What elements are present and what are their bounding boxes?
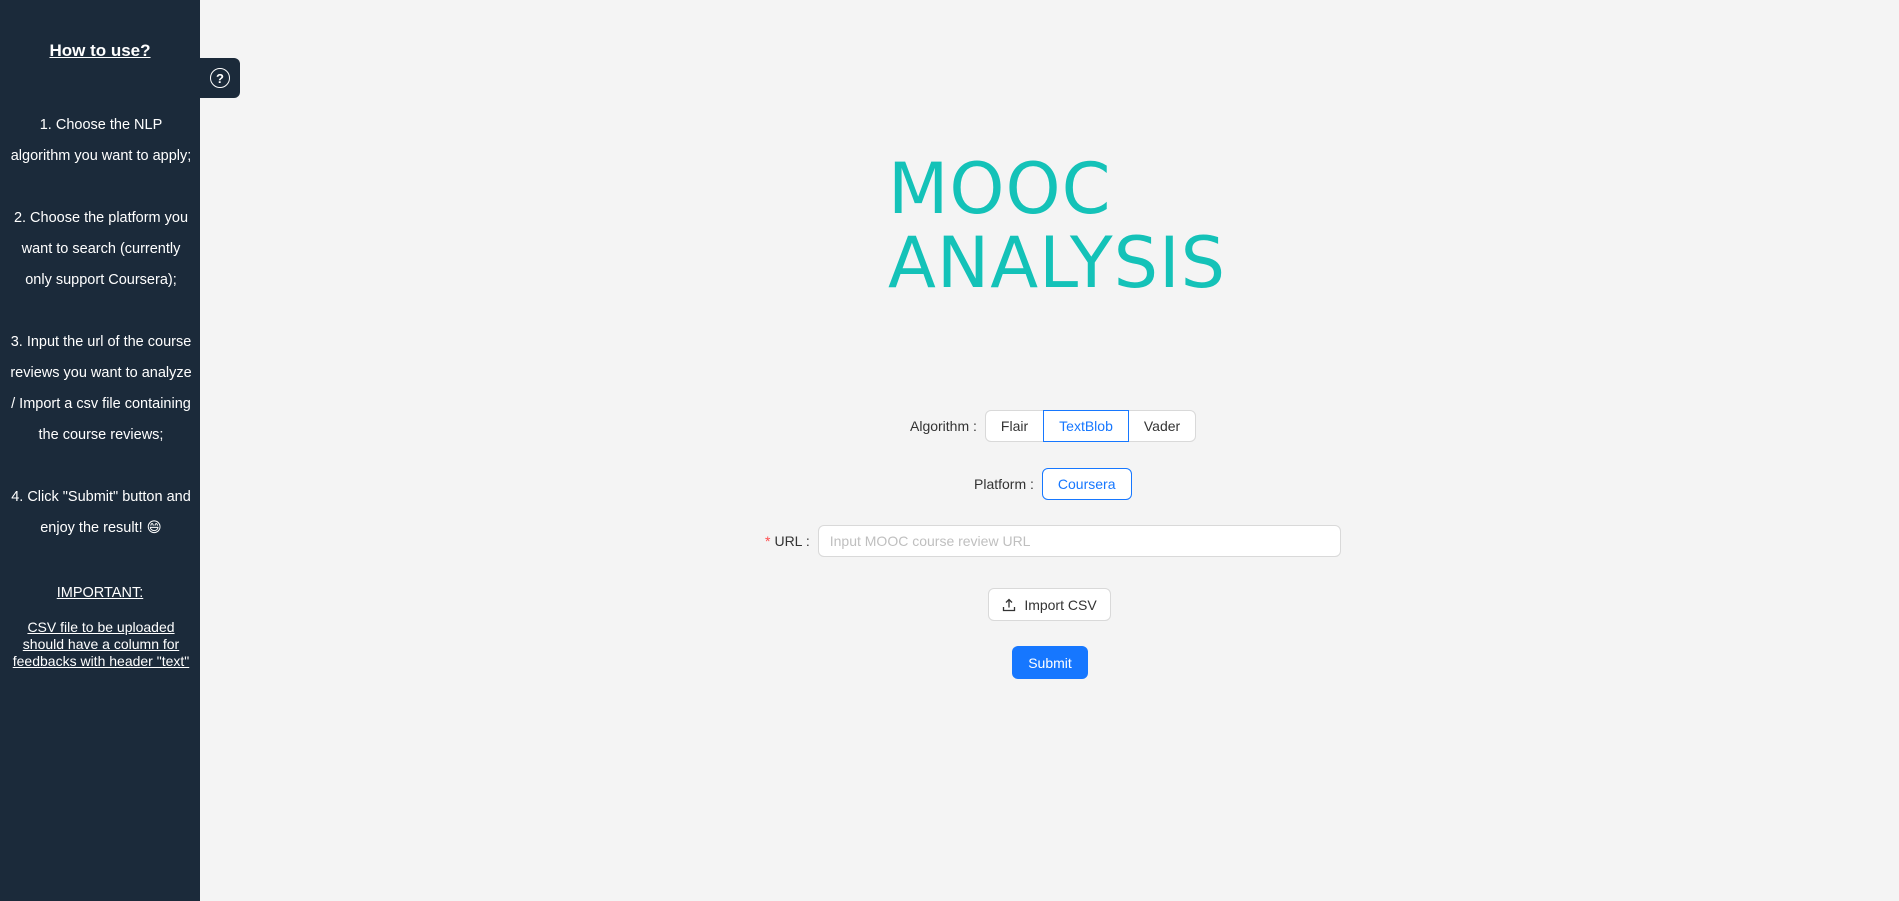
algorithm-option-textblob[interactable]: TextBlob <box>1043 410 1129 442</box>
import-csv-button[interactable]: Import CSV <box>988 588 1111 621</box>
required-mark: * <box>765 533 771 549</box>
important-note: CSV file to be uploaded should have a co… <box>12 619 190 669</box>
url-input[interactable] <box>817 525 1341 557</box>
instruction-step-4: 4. Click "Submit" button and enjoy the r… <box>11 489 191 536</box>
import-csv-label: Import CSV <box>1024 596 1097 613</box>
sidebar-title: How to use? <box>49 41 151 60</box>
instruction-step-2: 2. Choose the platform you want to searc… <box>13 210 189 288</box>
upload-icon <box>1002 598 1016 612</box>
submit-button[interactable]: Submit <box>1012 646 1088 679</box>
platform-selector: Coursera <box>1041 468 1132 500</box>
algorithm-label: Algorithm : <box>910 418 977 434</box>
algorithm-row: Algorithm : Flair TextBlob Vader <box>910 410 1197 442</box>
logo-line-1: MOOC <box>888 148 1112 230</box>
platform-label: Platform : <box>974 476 1034 492</box>
algorithm-option-vader[interactable]: Vader <box>1127 410 1197 442</box>
algorithm-selector: Flair TextBlob Vader <box>984 410 1197 442</box>
help-toggle-button[interactable]: ? <box>200 58 240 98</box>
app-logo: MOOC ANALYSIS <box>888 152 1226 300</box>
instruction-step-3: 3. Input the url of the course reviews y… <box>10 334 192 443</box>
platform-option-coursera[interactable]: Coursera <box>1041 468 1132 500</box>
logo-line-2: ANALYSIS <box>888 222 1227 304</box>
instructions-list: 1. Choose the NLP algorithm you want to … <box>10 110 192 575</box>
url-row: * URL : <box>765 525 1341 557</box>
algorithm-option-flair[interactable]: Flair <box>984 410 1045 442</box>
important-title: IMPORTANT: <box>56 585 144 601</box>
instruction-step-1: 1. Choose the NLP algorithm you want to … <box>10 117 192 164</box>
url-label: * URL : <box>765 533 810 549</box>
sidebar: How to use? 1. Choose the NLP algorithm … <box>0 0 200 901</box>
question-circle-icon: ? <box>210 68 230 88</box>
platform-row: Platform : Coursera <box>974 468 1132 500</box>
